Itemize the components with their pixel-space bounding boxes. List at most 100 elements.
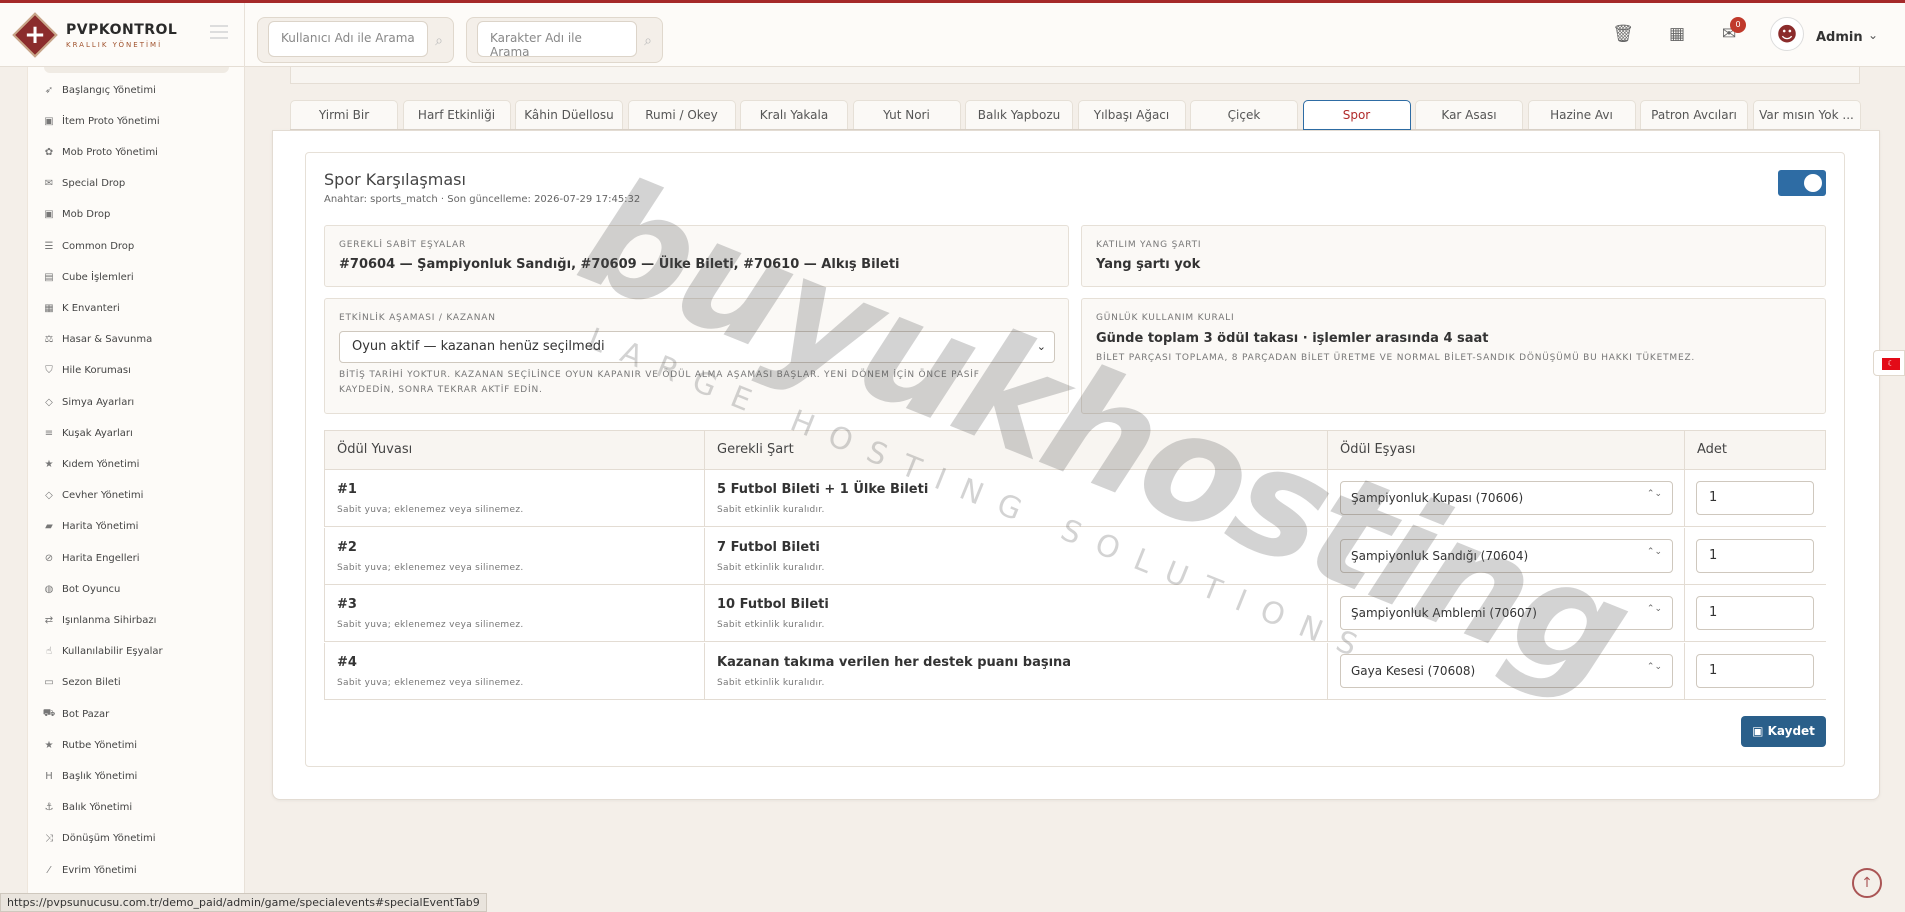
sidebar-item[interactable]: ▣ İtem Proto Yönetimi — [42, 111, 160, 131]
chevron-down-icon[interactable]: ⌄ — [1868, 28, 1878, 42]
table-row: #2 Sabit yuva; eklenemez veya silinemez. 7… — [324, 527, 1826, 585]
tab-7[interactable]: Yılbaşı Ağacı — [1077, 100, 1186, 129]
tab-2[interactable]: Kâhin Düellosu — [515, 100, 623, 129]
daily-rule-box: GÜNLÜK KULLANIM KURALI Günde toplam 3 öd… — [1081, 298, 1826, 414]
chevron-down-icon: ⌃⌄ — [1646, 546, 1662, 557]
tab-9[interactable]: Spor — [1302, 100, 1411, 130]
trash-icon[interactable]: 🗑 — [1610, 21, 1636, 47]
sidebar-item[interactable]: ◇ Cevher Yönetimi — [42, 486, 143, 506]
chevron-down-icon: ⌄ — [1036, 340, 1046, 353]
calendar-icon[interactable]: ▦ — [1664, 21, 1690, 47]
sidebar-item-label: İtem Proto Yönetimi — [62, 115, 160, 127]
sidebar-item-label: Special Drop — [62, 178, 126, 190]
daily-rule-label: GÜNLÜK KULLANIM KURALI — [1096, 313, 1235, 323]
sidebar-item[interactable]: ✉ Special Drop — [42, 174, 125, 194]
sidebar-item[interactable]: ⛉ Hile Koruması — [42, 361, 131, 381]
condition-note: Sabit etkinlik kuralıdır. — [717, 620, 825, 630]
tab-5[interactable]: Yut Nori — [852, 100, 961, 129]
quantity-input[interactable]: 1 — [1696, 538, 1814, 573]
sidebar-item[interactable]: ★ Rutbe Yönetimi — [42, 735, 138, 755]
yang-value: Yang şartı yok — [1096, 257, 1201, 272]
tab-4[interactable]: Kralı Yakala — [740, 100, 848, 129]
table-row: #4 Sabit yuva; eklenemez veya silinemez. K… — [324, 642, 1826, 700]
star-icon: ★ — [44, 739, 54, 751]
tab-10[interactable]: Kar Asası — [1415, 100, 1523, 129]
tab-12[interactable]: Patron Avcıları — [1640, 100, 1748, 129]
menu-toggle-icon[interactable] — [210, 25, 228, 39]
tab-11[interactable]: Hazine Avı — [1527, 100, 1636, 129]
event-title: Spor Karşılaşması — [324, 170, 466, 189]
box-icon: ▣ — [44, 115, 54, 127]
condition-note: Sabit etkinlik kuralıdır. — [717, 562, 825, 573]
sidebar-item[interactable]: ⚖ Hasar & Savunma — [42, 330, 153, 350]
language-switcher[interactable]: ☾ — [1873, 350, 1905, 376]
sidebar-item[interactable]: ☝ Kullanılabilir Eşyalar — [42, 642, 163, 662]
reward-item-select[interactable]: Şampiyonluk Amblemi (70607) ⌃⌄ — [1340, 596, 1673, 630]
sidebar-item-label: Common Drop — [62, 240, 135, 252]
sidebar-item[interactable]: ▰ Harita Yönetimi — [42, 517, 138, 537]
item-cell: Şampiyonluk Kupası (70606) ⌃⌄ — [1328, 470, 1685, 527]
condition-text: 10 Futbol Bileti — [717, 597, 829, 612]
scroll-to-top-icon[interactable]: ↑ — [1852, 868, 1882, 898]
brand-subtitle: KRALLIK YÖNETİMİ — [66, 40, 163, 49]
sidebar-item[interactable]: ✿ Mob Proto Yönetimi — [42, 142, 158, 162]
robot-icon: ◍ — [44, 583, 54, 595]
tab-13[interactable]: Var mısın Yok ... — [1752, 100, 1861, 129]
sidebar-item[interactable]: ◍ Bot Oyuncu — [42, 579, 121, 599]
sidebar-item[interactable]: ▣ Mob Drop — [42, 205, 110, 225]
tab-8[interactable]: Çiçek — [1190, 100, 1298, 129]
event-active-toggle[interactable] — [1778, 170, 1826, 196]
quantity-input[interactable]: 1 — [1696, 596, 1814, 630]
sidebar-item-label: Harita Engelleri — [62, 552, 140, 564]
search-icon[interactable]: ⌕ — [644, 33, 652, 49]
reward-item-select[interactable]: Şampiyonluk Sandığı (70604) ⌃⌄ — [1340, 538, 1673, 573]
search-icon[interactable]: ⌕ — [435, 33, 443, 49]
sidebar-item-label: Cube İşlemleri — [62, 271, 134, 283]
paw-icon: ✿ — [44, 146, 54, 158]
sidebar-item[interactable]: ☰ Common Drop — [42, 236, 135, 256]
sidebar-item[interactable]: ▦ K Envanteri — [42, 298, 119, 318]
sidebar: ➶ Başlangıç Yönetimi ▣ İtem Proto Yönetimi ✿… — [27, 67, 245, 912]
sidebar-item[interactable]: ▤ Cube İşlemleri — [42, 267, 134, 287]
rocket-icon: ➶ — [44, 84, 54, 96]
sidebar-item[interactable]: ⊘ Harita Engelleri — [42, 548, 140, 568]
condition-text: 5 Futbol Bileti + 1 Ülke Bileti — [717, 482, 929, 497]
sidebar-item[interactable]: ➶ Başlangıç Yönetimi — [42, 80, 156, 100]
sidebar-item[interactable]: ≡ Kuşak Ayarları — [42, 423, 133, 443]
sidebar-item[interactable]: H Başlık Yönetimi — [42, 766, 137, 786]
phase-note: BİTİŞ TARİHİ YOKTUR. KAZANAN SEÇİLİNCE O… — [339, 370, 980, 395]
sidebar-item[interactable]: ⇄ Işınlanma Sihirbazı — [42, 610, 157, 630]
sidebar-item[interactable]: ⚓ Balık Yönetimi — [42, 798, 133, 818]
admin-name[interactable]: Admin — [1816, 30, 1863, 45]
user-search-input[interactable]: Kullanıcı Adı ile Arama — [268, 21, 428, 57]
qty-cell: 1 — [1685, 528, 1826, 585]
character-search-input[interactable]: Karakter Adı ile Arama — [477, 21, 637, 59]
sidebar-item[interactable]: ▭ Sezon Bileti — [42, 673, 120, 693]
ban-icon: ⊘ — [44, 552, 54, 564]
top-header: + PVPKONTROL KRALLIK YÖNETİMİ Kullanıcı … — [0, 3, 1905, 67]
sidebar-item[interactable]: ⛟ Bot Pazar — [42, 704, 110, 724]
col-header-slot: Ödül Yuvası — [324, 430, 705, 470]
avatar[interactable]: ☻ — [1770, 17, 1804, 51]
phase-select[interactable]: Oyun aktif — kazanan henüz seçilmedi ⌄ — [339, 331, 1055, 363]
tab-1[interactable]: Harf Etkinliği — [402, 100, 511, 129]
tab-3[interactable]: Rumi / Okey — [627, 100, 736, 129]
save-button[interactable]: ▣ Kaydet — [1741, 716, 1826, 747]
sidebar-item[interactable]: ⤨ Dönüşüm Yönetimi — [42, 829, 156, 849]
tab-0[interactable]: Yirmi Bir — [290, 100, 398, 129]
brand[interactable]: + PVPKONTROL KRALLIK YÖNETİMİ — [0, 3, 245, 67]
slot-cell: #4 Sabit yuva; eklenemez veya silinemez. — [324, 642, 705, 700]
quantity-input[interactable]: 1 — [1696, 653, 1814, 688]
tab-6[interactable]: Balık Yapbozu — [965, 100, 1073, 129]
reward-item-select[interactable]: Gaya Kesesi (70608) ⌃⌄ — [1340, 653, 1673, 688]
reward-item-select[interactable]: Şampiyonluk Kupası (70606) ⌃⌄ — [1340, 481, 1673, 515]
sidebar-item-label: Hasar & Savunma — [62, 334, 153, 346]
sidebar-item[interactable]: ◇ Simya Ayarları — [42, 392, 134, 412]
star-icon: ★ — [44, 458, 54, 470]
sidebar-item[interactable]: ⁄ Evrim Yönetimi — [42, 860, 137, 880]
quantity-input[interactable]: 1 — [1696, 481, 1814, 515]
slot-number: #4 — [337, 654, 357, 670]
gem-icon: ◇ — [45, 396, 53, 408]
turkish-flag-icon: ☾ — [1882, 358, 1900, 370]
sidebar-item[interactable]: ★ Kıdem Yönetimi — [42, 454, 140, 474]
